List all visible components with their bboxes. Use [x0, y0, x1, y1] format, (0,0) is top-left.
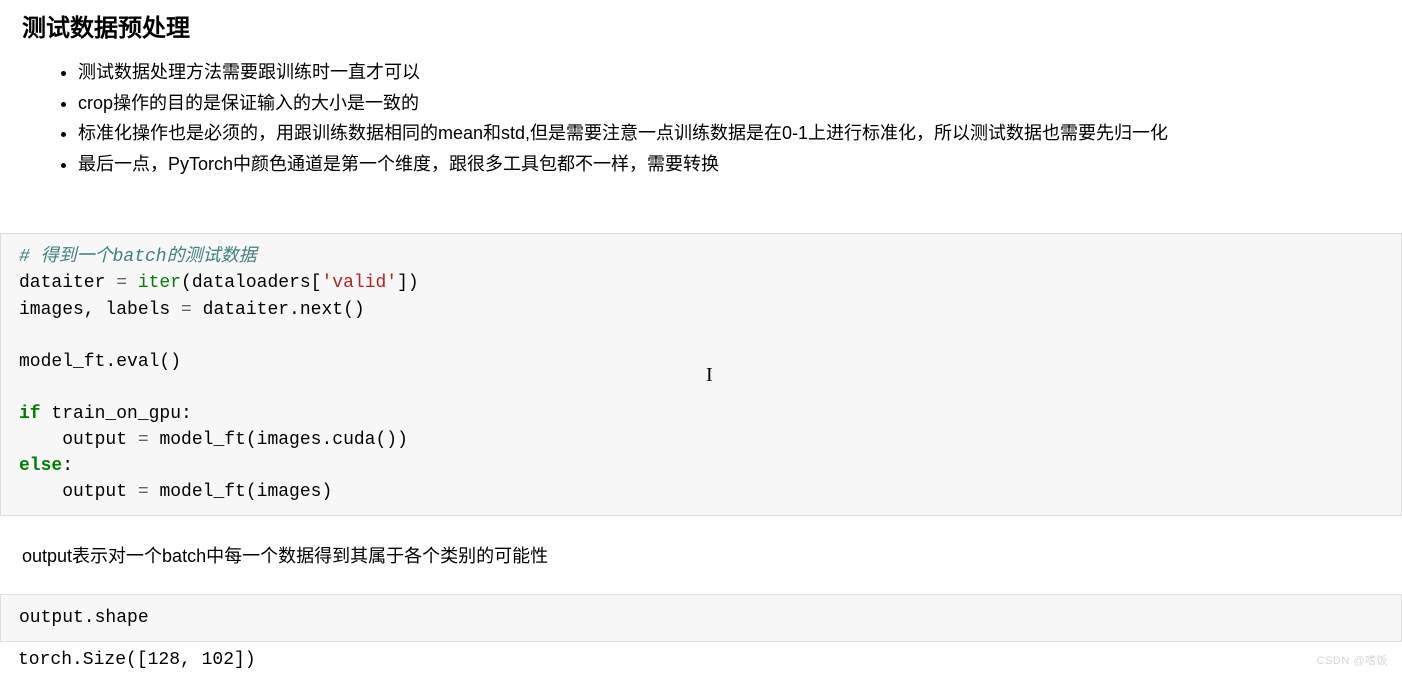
code-text: images, labels [19, 300, 181, 320]
code-cell-1[interactable]: # 得到一个batch的测试数据 dataiter = iter(dataloa… [0, 233, 1402, 516]
list-item: 测试数据处理方法需要跟训练时一直才可以 [78, 57, 1402, 88]
code-text: train_on_gpu: [41, 404, 192, 424]
code-text: output [19, 430, 138, 450]
code-text: output.shape [19, 608, 149, 628]
markdown-text: output表示对一个batch中每一个数据得到其属于各个类别的可能性 [0, 516, 1402, 594]
code-text: (dataloaders[ [181, 273, 321, 293]
list-item: 最后一点，PyTorch中颜色通道是第一个维度，跟很多工具包都不一样，需要转换 [78, 149, 1402, 180]
code-string: 'valid' [321, 273, 397, 293]
list-item: crop操作的目的是保证输入的大小是一致的 [78, 88, 1402, 119]
code-text: dataiter.next() [203, 300, 365, 320]
code-operator: = [181, 300, 203, 320]
code-text: dataiter [19, 273, 116, 293]
code-text: model_ft(images) [159, 482, 332, 502]
watermark: CSDN @嗜饭 [1317, 652, 1388, 668]
code-keyword: else [19, 456, 62, 476]
code-cell-2[interactable]: output.shape [0, 594, 1402, 642]
list-item: 标准化操作也是必须的，用跟训练数据相同的mean和std,但是需要注意一点训练数… [78, 118, 1402, 149]
code-text: output [19, 482, 138, 502]
code-text: : [62, 456, 73, 476]
code-operator: = [138, 430, 160, 450]
code-text: model_ft(images.cuda()) [159, 430, 407, 450]
bullet-list: 测试数据处理方法需要跟训练时一直才可以 crop操作的目的是保证输入的大小是一致… [0, 57, 1402, 179]
code-keyword: if [19, 404, 41, 424]
code-text: model_ft.eval() [19, 352, 181, 372]
code-builtin: iter [138, 273, 181, 293]
output-text: torch.Size([128, 102]) [0, 642, 1402, 674]
section-heading: 测试数据预处理 [0, 0, 1402, 57]
code-operator: = [138, 482, 160, 502]
code-operator: = [116, 273, 138, 293]
code-comment: # 得到一个batch的测试数据 [19, 247, 257, 267]
code-text: ]) [397, 273, 419, 293]
